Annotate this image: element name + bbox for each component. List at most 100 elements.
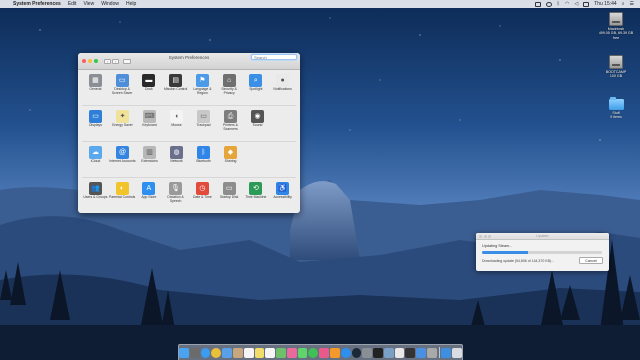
facetime-icon[interactable]	[308, 347, 319, 358]
pref-pane-dock[interactable]: ▬ Dock	[136, 72, 163, 105]
notes-icon[interactable]	[254, 347, 265, 358]
back-button[interactable]: ‹	[104, 58, 111, 64]
close-button[interactable]	[82, 59, 86, 63]
volume-status-icon[interactable]: ◁	[574, 0, 578, 8]
battery-status-icon[interactable]	[583, 1, 590, 7]
pref-pane-general[interactable]: ▦ General	[82, 72, 109, 105]
flag-icon: ⚑	[195, 74, 209, 87]
desktop-icon-bootcamp[interactable]: BOOTCAMP 100 GB	[598, 55, 634, 79]
downloads-stack-icon[interactable]	[441, 347, 452, 358]
pref-pane-parental[interactable]: ◐ Parental Controls	[109, 180, 136, 213]
minimize-button[interactable]	[88, 59, 92, 63]
pref-pane-network-globe[interactable]: ◍ Network	[163, 144, 190, 177]
pref-pane-time-machine[interactable]: ⟲ Time Machine	[243, 180, 270, 213]
pref-pane-notifications[interactable]: ● Notifications	[269, 72, 296, 105]
microphone-icon: 🎙	[169, 182, 183, 195]
folder-icon	[608, 97, 624, 110]
zoom-button[interactable]	[94, 59, 98, 63]
pref-pane-trackpad[interactable]: ▭ Trackpad	[190, 108, 217, 141]
pref-pane-label: Startup Disk	[219, 195, 239, 199]
bluetooth-status-icon[interactable]: ᛒ	[557, 0, 560, 8]
pref-pane-at[interactable]: @ Internet Accounts	[109, 144, 136, 177]
calendar-icon[interactable]	[243, 347, 254, 358]
pref-pane-label: Spotlight	[249, 87, 263, 91]
mail-icon[interactable]	[222, 347, 232, 358]
pref-pane-displays[interactable]: ▭ Displays	[82, 108, 109, 141]
menu-edit[interactable]: Edit	[68, 0, 77, 8]
forward-button[interactable]: ›	[112, 58, 119, 64]
safari-icon[interactable]	[200, 347, 211, 358]
maps-icon[interactable]	[276, 347, 286, 358]
pref-pane-keyboard[interactable]: ⌨ Keyboard	[136, 108, 163, 141]
ibooks-icon[interactable]	[329, 347, 340, 358]
menu-help[interactable]: Help	[126, 0, 136, 8]
spotlight-icon: ⌕	[249, 74, 263, 87]
pref-pane-printer[interactable]: ⎙ Printers & Scanners	[217, 108, 244, 141]
pref-pane-microphone[interactable]: 🎙 Dictation & Speech	[162, 180, 189, 213]
chrome-icon[interactable]	[211, 347, 222, 358]
utility-icon[interactable]	[427, 347, 437, 358]
dock-icon: ▬	[142, 74, 156, 87]
steam-icon[interactable]	[351, 347, 362, 358]
notification-center-icon[interactable]: ☰	[630, 0, 634, 8]
wifi-status-icon[interactable]: ◠	[565, 0, 569, 8]
trash-icon[interactable]	[452, 347, 462, 358]
launchpad-icon[interactable]	[189, 347, 200, 358]
search-input[interactable]	[251, 54, 297, 60]
pref-pane-desktop[interactable]: ▭ Desktop & Screen Saver	[109, 72, 136, 105]
textedit-icon[interactable]	[394, 347, 405, 358]
menu-view[interactable]: View	[83, 0, 94, 8]
show-all-button[interactable]	[123, 58, 131, 64]
pref-pane-sharing[interactable]: ◆ Sharing	[217, 144, 244, 177]
pref-pane-label: Dictation & Speech	[167, 195, 184, 203]
preview-icon[interactable]	[383, 347, 394, 358]
at-icon: @	[116, 146, 129, 159]
pref-pane-mouse[interactable]: ◖ Mouse	[163, 108, 190, 141]
desktop-icon-macintosh-hd[interactable]: Macintosh 499.05 GB, 69.39 GB free	[598, 12, 634, 40]
sysprefs-dock-icon[interactable]	[362, 347, 373, 358]
activity-monitor-icon[interactable]	[405, 347, 416, 358]
pref-pane-bluetooth[interactable]: ᛒ Bluetooth	[190, 144, 217, 177]
pref-pane-flag[interactable]: ⚑ Language & Region	[189, 72, 216, 105]
update-detail-text: Downloading update (54,806 of 144,370 KB…	[482, 258, 554, 263]
pref-pane-label: Users & Groups	[83, 195, 108, 199]
menu-app-name[interactable]: System Preferences	[13, 0, 61, 8]
pref-pane-icloud[interactable]: ☁ iCloud	[82, 144, 109, 177]
pref-pane-label: iCloud	[90, 159, 101, 163]
pref-pane-app-store[interactable]: A App Store	[136, 180, 163, 213]
reminders-icon[interactable]	[265, 347, 276, 358]
xcode-icon[interactable]	[416, 347, 427, 358]
dropbox-status-icon[interactable]	[534, 1, 541, 7]
pref-pane-users[interactable]: 👥 Users & Groups	[82, 180, 109, 213]
pref-pane-label: Displays	[89, 123, 102, 127]
pref-pane-extensions[interactable]: ▥ Extensions	[136, 144, 163, 177]
hard-drive-icon	[609, 12, 623, 26]
pref-pane-speaker[interactable]: ◉ Sound	[244, 108, 271, 141]
pref-pane-startup-disk[interactable]: ▭ Startup Disk	[216, 180, 243, 213]
window-titlebar[interactable]: ‹ › System Preferences	[78, 53, 300, 70]
pref-pane-bulb[interactable]: ✦ Energy Saver	[109, 108, 136, 141]
keyboard-icon: ⌨	[143, 110, 156, 123]
finder-icon[interactable]	[179, 347, 189, 358]
menu-window[interactable]: Window	[101, 0, 119, 8]
pref-pane-mission-control[interactable]: ▤ Mission Control	[162, 72, 189, 105]
contacts-icon[interactable]	[232, 347, 243, 358]
itunes-icon[interactable]	[319, 347, 329, 358]
pref-pane-spotlight[interactable]: ⌕ Spotlight	[243, 72, 270, 105]
pref-pane-accessibility[interactable]: ♿ Accessibility	[269, 180, 296, 213]
menu-clock[interactable]: Thu 15:44	[594, 0, 617, 8]
pref-pane-label: Language & Region	[193, 87, 212, 95]
app-store-dock-icon[interactable]	[340, 347, 351, 358]
terminal-icon[interactable]	[373, 347, 383, 358]
pref-pane-lock-house[interactable]: ⌂ Security & Privacy	[216, 72, 243, 105]
photos-icon[interactable]	[286, 347, 297, 358]
network-globe-icon: ◍	[170, 146, 183, 159]
cancel-button[interactable]: Cancel	[579, 257, 603, 264]
pref-pane-calendar-clock[interactable]: ◷ Date & Time	[189, 180, 216, 213]
time-machine-status-icon[interactable]	[545, 1, 552, 7]
messages-icon[interactable]	[297, 347, 308, 358]
desktop-icon-stuff-folder[interactable]: Stuff 9 items	[598, 97, 634, 120]
dialog-titlebar[interactable]: Updater	[476, 233, 609, 240]
bulb-icon: ✦	[116, 110, 129, 123]
spotlight-menu-icon[interactable]: ⌕	[622, 0, 625, 8]
